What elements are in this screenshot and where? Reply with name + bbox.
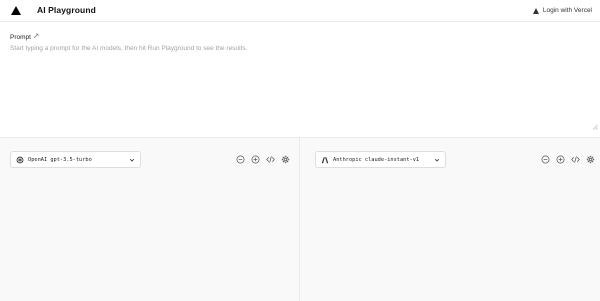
vercel-icon (532, 7, 539, 14)
prompt-label: Prompt (10, 33, 40, 41)
code-icon (265, 155, 275, 163)
panel-toolbar (235, 154, 290, 164)
model-select-openai[interactable]: OpenAI gpt-3.5-turbo (10, 151, 141, 168)
remove-icon (541, 155, 549, 163)
resize-handle-icon[interactable] (592, 124, 598, 130)
model-select-anthropic[interactable]: Anthropic claude-instant-v1 (315, 151, 446, 168)
add-panel-button[interactable] (555, 154, 565, 164)
code-icon (570, 155, 580, 163)
model-panels: OpenAI gpt-3.5-turbo Anthropic claude-in… (0, 137, 600, 301)
view-code-button[interactable] (265, 154, 275, 164)
logo-icon[interactable] (11, 6, 21, 15)
add-icon (556, 155, 564, 163)
remove-panel-button[interactable] (540, 154, 550, 164)
app-header: AI Playground Login with Vercel (0, 0, 600, 22)
prompt-section: Prompt (0, 23, 600, 136)
model-panel-openai: OpenAI gpt-3.5-turbo (0, 138, 300, 301)
login-button-label: Login with Vercel (542, 7, 592, 14)
chevron-down-icon (434, 158, 440, 162)
prompt-input[interactable] (10, 45, 590, 125)
remove-panel-button[interactable] (235, 154, 245, 164)
settings-icon (586, 155, 594, 163)
chevron-down-icon (129, 158, 135, 162)
add-icon (251, 155, 259, 163)
model-panel-anthropic: Anthropic claude-instant-v1 (301, 138, 600, 301)
view-code-button[interactable] (570, 154, 580, 164)
settings-icon (281, 155, 289, 163)
panel-toolbar (540, 154, 595, 164)
model-select-label: Anthropic claude-instant-v1 (333, 156, 420, 163)
openai-icon (16, 156, 24, 164)
app-title: AI Playground (37, 5, 96, 15)
panel-settings-button[interactable] (280, 154, 290, 164)
panel-settings-button[interactable] (585, 154, 595, 164)
prompt-label-text: Prompt (10, 33, 31, 41)
anthropic-icon (321, 156, 329, 164)
wand-icon (33, 33, 40, 41)
login-with-vercel-button[interactable]: Login with Vercel (532, 4, 592, 17)
model-select-label: OpenAI gpt-3.5-turbo (28, 156, 92, 163)
add-panel-button[interactable] (250, 154, 260, 164)
remove-icon (236, 155, 244, 163)
